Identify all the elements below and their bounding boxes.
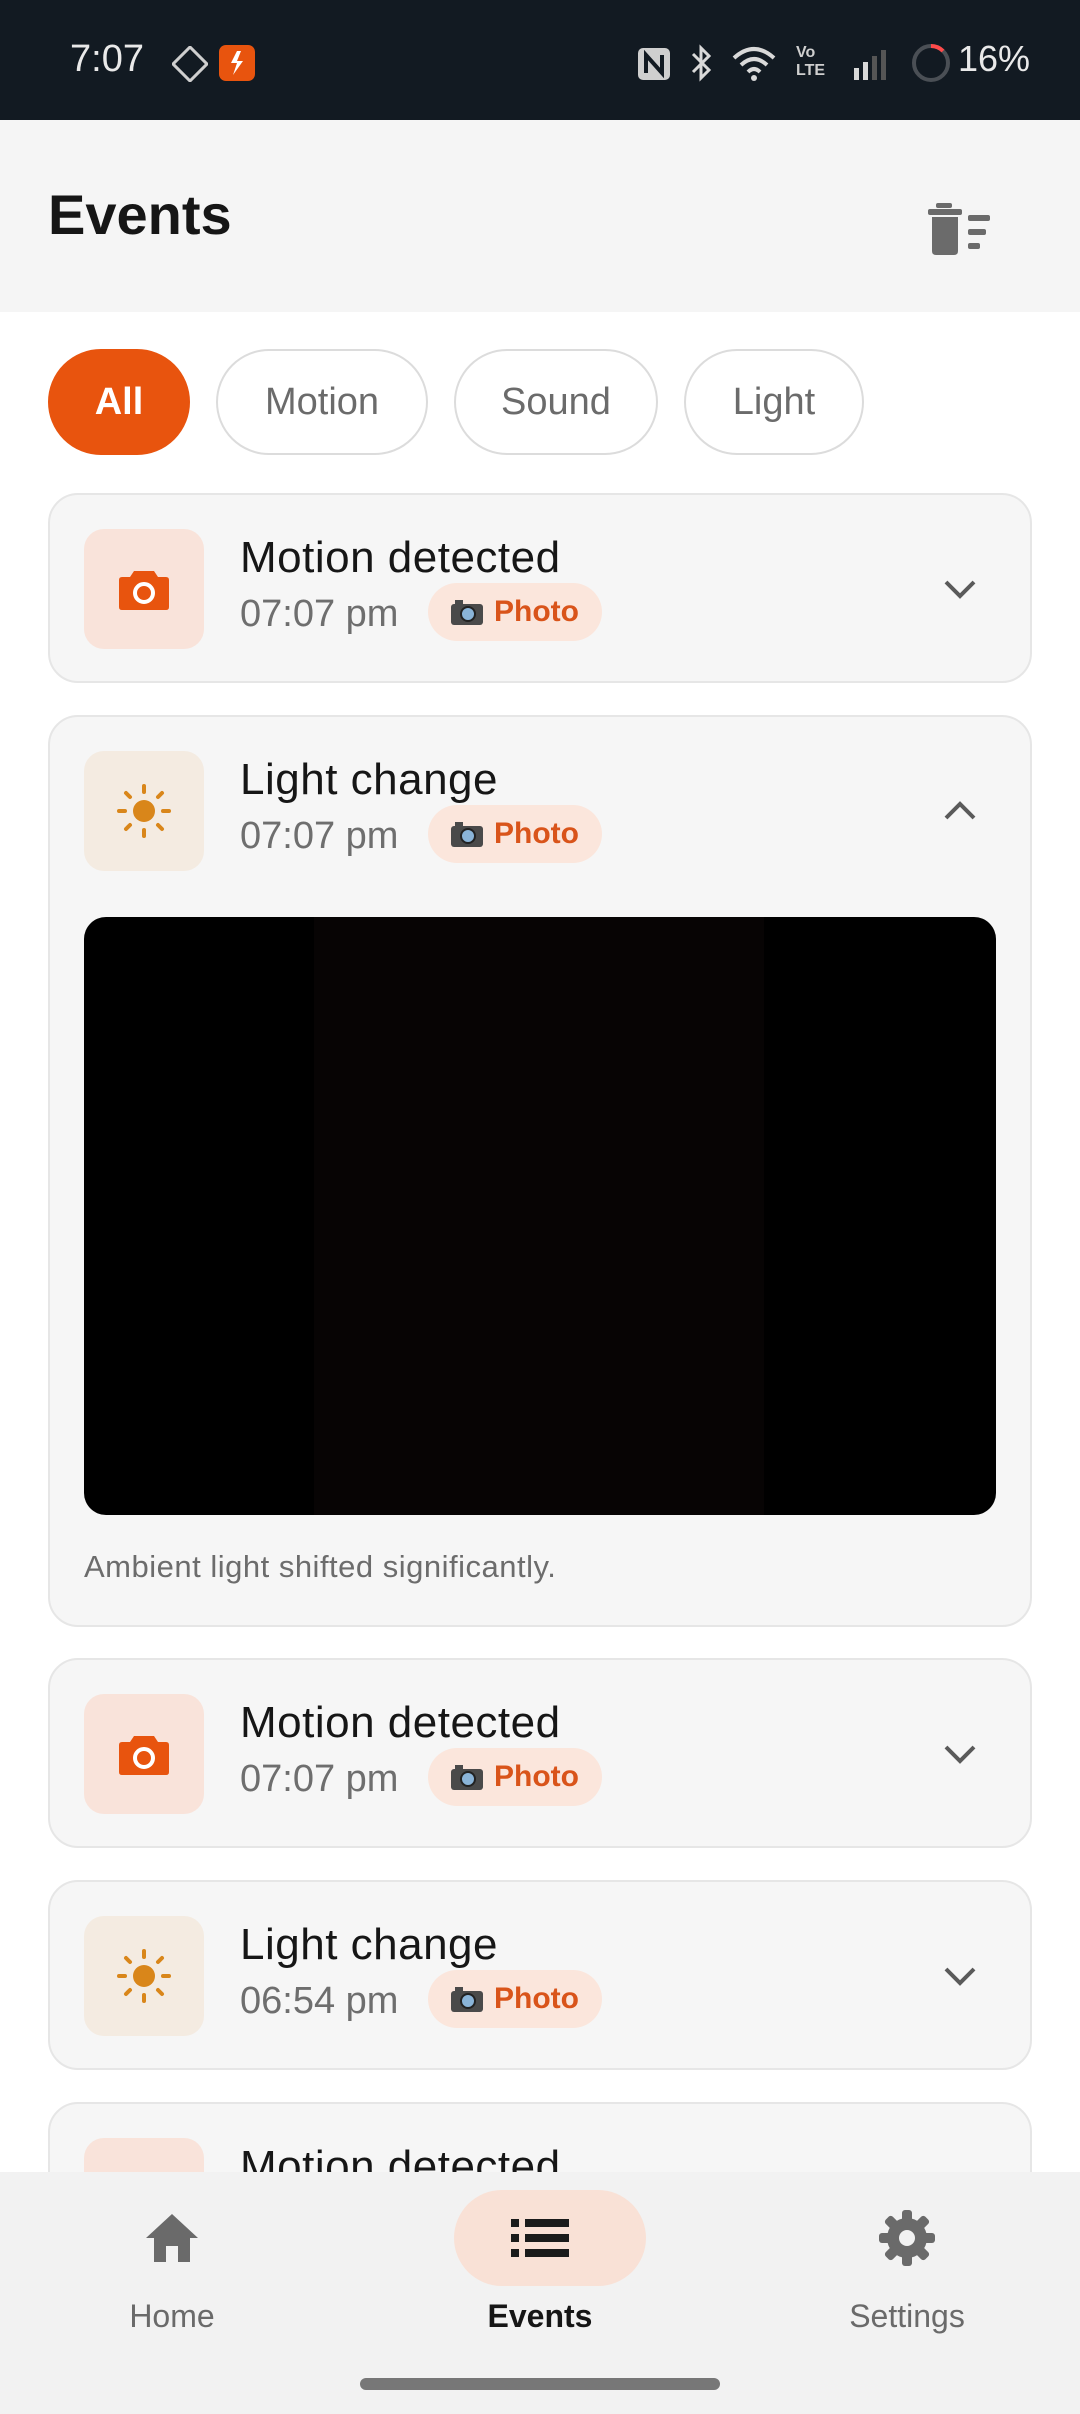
camera-emoji-icon [451, 822, 483, 847]
event-title: Motion detected [240, 533, 561, 582]
chevron-down-icon [944, 1967, 976, 1986]
list-icon [510, 2208, 570, 2268]
sun-icon [117, 784, 171, 838]
event-title: Light change [240, 755, 498, 804]
nav-label-home: Home [129, 2298, 215, 2334]
nav-label-settings: Settings [849, 2298, 965, 2334]
filter-chip-all[interactable]: All [48, 349, 190, 455]
event-card-expanded[interactable]: Light change 07:07 pm Photo Ambient ligh… [48, 715, 1032, 1627]
battery-ring-icon [910, 42, 952, 89]
filter-chip-sound[interactable]: Sound [454, 349, 658, 455]
event-title: Light change [240, 1920, 498, 1969]
nav-item-settings[interactable]: Settings [797, 2172, 1017, 2372]
event-photo-preview[interactable] [84, 917, 996, 1515]
camera-icon [119, 1736, 169, 1775]
event-time: 07:07 pm [240, 1758, 399, 1800]
home-icon [142, 2208, 202, 2268]
photo-badge: Photo [428, 1970, 602, 2028]
event-time: 07:07 pm [240, 815, 399, 857]
battery-percent: 16% [957, 38, 1030, 79]
event-card[interactable]: Motion detected 07:07 pm Photo [48, 1658, 1032, 1848]
volte-icon: Vo LTE [796, 44, 826, 79]
event-time: 06:54 pm [240, 1980, 399, 2022]
nav-item-events[interactable]: Events [430, 2172, 650, 2372]
event-title: Motion detected [240, 1698, 561, 1747]
event-type-thumb [84, 1916, 204, 2036]
nav-item-home[interactable]: Home [62, 2172, 282, 2372]
camera-icon [119, 571, 169, 610]
chevron-up-icon [944, 801, 976, 820]
event-type-thumb [84, 751, 204, 871]
filter-chip-motion[interactable]: Motion [216, 349, 428, 455]
camera-emoji-icon [451, 1987, 483, 2012]
photo-badge-label: Photo [494, 595, 579, 628]
collapse-button[interactable] [930, 783, 990, 839]
bluetooth-icon [688, 42, 716, 89]
event-type-thumb [84, 1694, 204, 1814]
event-card[interactable]: Light change 06:54 pm Photo [48, 1880, 1032, 2070]
photo-dark-region [314, 917, 764, 1515]
camera-emoji-icon [451, 1765, 483, 1790]
nfc-icon [636, 46, 672, 87]
photo-badge-label: Photo [494, 817, 579, 850]
chevron-down-icon [944, 580, 976, 599]
wifi-icon [730, 44, 778, 87]
gear-icon [877, 2208, 937, 2268]
status-bar: 7:07 Vo LTE 16% [0, 0, 1080, 120]
photo-badge-label: Photo [494, 1982, 579, 2015]
photo-badge: Photo [428, 1748, 602, 1806]
event-card[interactable]: Motion detected 07:07 pm Photo [48, 493, 1032, 683]
photo-badge-label: Photo [494, 1760, 579, 1793]
delete-sweep-icon [928, 203, 990, 255]
sun-icon [117, 1949, 171, 2003]
app-notification-icon [218, 44, 256, 87]
filter-chips: All Motion Sound Light [48, 349, 864, 455]
photo-badge: Photo [428, 583, 602, 641]
camera-emoji-icon [451, 600, 483, 625]
event-type-thumb [84, 529, 204, 649]
nav-label-events: Events [487, 2298, 593, 2334]
expand-button[interactable] [930, 1726, 990, 1782]
expand-button[interactable] [930, 1948, 990, 2004]
gesture-home-indicator[interactable] [360, 2378, 720, 2390]
signal-icon [850, 46, 886, 87]
chevron-down-icon [944, 1745, 976, 1764]
photo-badge: Photo [428, 805, 602, 863]
status-time: 7:07 [70, 38, 144, 80]
dnd-icon [170, 44, 210, 87]
event-time: 07:07 pm [240, 593, 399, 635]
app-bar: Events [0, 120, 1080, 312]
clear-events-button[interactable] [914, 184, 1004, 274]
filter-chip-light[interactable]: Light [684, 349, 864, 455]
expand-button[interactable] [930, 561, 990, 617]
event-description: Ambient light shifted significantly. [84, 1549, 557, 1584]
page-title: Events [48, 183, 232, 246]
